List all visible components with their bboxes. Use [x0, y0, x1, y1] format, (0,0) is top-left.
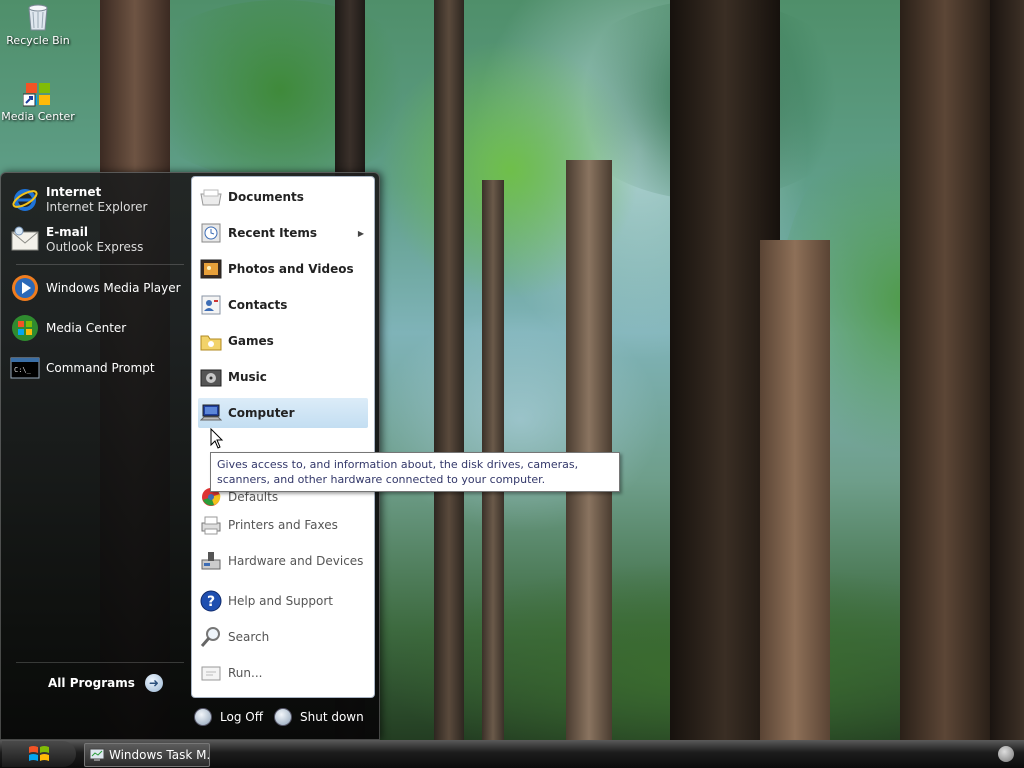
taskbar: Windows Task M...	[0, 740, 1024, 768]
music-icon	[200, 366, 222, 388]
svg-text:?: ?	[207, 594, 215, 610]
recent-program-media-center[interactable]: Media Center	[10, 310, 186, 346]
svg-text:C:\_: C:\_	[14, 366, 32, 374]
menu-item-music[interactable]: Music	[198, 362, 368, 392]
run-icon	[200, 662, 222, 684]
program-label: Media Center	[46, 320, 127, 335]
computer-icon	[200, 402, 222, 424]
menu-item-label: Documents	[228, 190, 304, 204]
games-icon	[200, 330, 222, 352]
pinned-subtitle: Internet Explorer	[46, 200, 148, 214]
menu-item-run[interactable]: Run...	[198, 658, 368, 688]
notification-area-icon[interactable]	[998, 746, 1014, 762]
taskbar-button-task-manager[interactable]: Windows Task M...	[84, 743, 210, 767]
menu-item-label: Run...	[228, 666, 263, 680]
printers-icon	[200, 514, 222, 536]
recycle-bin-icon	[28, 4, 48, 31]
start-menu-separator	[16, 264, 184, 265]
menu-item-label: Contacts	[228, 298, 288, 312]
menu-item-help-and-support[interactable]: ? Help and Support	[198, 586, 368, 616]
log-off-icon	[194, 708, 212, 726]
wallpaper-tree-trunk	[566, 160, 612, 740]
menu-item-label: Help and Support	[228, 594, 333, 608]
taskbar-button-label: Windows Task M...	[109, 748, 210, 762]
desktop-icon-label: Media Center	[1, 110, 75, 123]
menu-item-label: Search	[228, 630, 270, 644]
command-prompt-icon: C:\_	[10, 353, 40, 383]
wallpaper-tree-trunk	[900, 0, 990, 740]
menu-item-label: Printers and Faxes	[228, 518, 338, 532]
menu-item-recent-items[interactable]: Recent Items ▶	[198, 218, 368, 248]
recent-program-windows-media-player[interactable]: Windows Media Player	[10, 270, 186, 306]
all-programs-label: All Programs	[48, 676, 135, 690]
wallpaper-tree-trunk	[760, 240, 830, 740]
menu-item-label: Recent Items	[228, 226, 318, 240]
menu-item-label: Defaults	[228, 490, 279, 504]
windows-media-player-icon	[10, 273, 40, 303]
program-label: Windows Media Player	[46, 280, 181, 295]
media-center-shortcut-icon	[23, 83, 50, 107]
pinned-title: E-mail	[46, 225, 89, 239]
start-menu-programs-pane: Internet Internet Explorer E-mail Outlook …	[2, 176, 190, 736]
arrow-right-icon: ➜	[144, 674, 163, 692]
internet-explorer-icon	[10, 185, 40, 215]
menu-item-label: Music	[228, 370, 267, 384]
task-manager-icon	[89, 748, 105, 761]
contacts-icon	[200, 294, 222, 316]
shut-down-label: Shut down	[300, 710, 364, 724]
desktop-icon-media-center[interactable]: Media Center	[0, 80, 78, 123]
menu-item-contacts[interactable]: Contacts	[198, 290, 368, 320]
hardware-icon	[200, 550, 222, 572]
pinned-subtitle: Outlook Express	[46, 240, 144, 254]
log-off-label: Log Off	[220, 710, 263, 724]
email-icon	[10, 225, 40, 255]
power-icon	[274, 708, 292, 726]
menu-item-hardware-and-devices[interactable]: Hardware and Devices	[198, 546, 368, 576]
menu-item-photos-and-videos[interactable]: Photos and Videos	[198, 254, 368, 284]
windows-logo-icon	[29, 746, 49, 761]
help-icon: ?	[200, 590, 222, 612]
submenu-arrow-icon: ▶	[357, 228, 364, 238]
menu-item-documents[interactable]: Documents	[198, 182, 368, 212]
tooltip-computer: Gives access to, and information about, …	[210, 452, 620, 492]
menu-item-search[interactable]: Search	[198, 622, 368, 652]
pinned-email[interactable]: E-mail Outlook Express	[10, 222, 186, 258]
documents-icon	[200, 186, 222, 208]
menu-item-games[interactable]: Games	[198, 326, 368, 356]
all-programs-button[interactable]: All Programs ➜	[48, 674, 163, 692]
search-icon	[200, 626, 222, 648]
wallpaper-tree-trunk	[990, 0, 1024, 740]
mouse-pointer-icon	[210, 428, 224, 449]
menu-item-printers-and-faxes[interactable]: Printers and Faxes	[198, 510, 368, 540]
recent-program-command-prompt[interactable]: C:\_ Command Prompt	[10, 350, 186, 386]
menu-item-label: Computer	[228, 406, 295, 420]
menu-item-label: Hardware and Devices	[228, 554, 364, 568]
log-off-button[interactable]: Log Off	[194, 708, 263, 726]
shut-down-button[interactable]: Shut down	[274, 708, 364, 726]
pinned-title: Internet	[46, 185, 102, 199]
menu-item-label: Games	[228, 334, 274, 348]
desktop-icon-recycle-bin[interactable]: Recycle Bin	[0, 2, 78, 47]
menu-item-computer[interactable]: Computer	[198, 398, 368, 428]
recent-items-icon	[200, 222, 222, 244]
desktop-icon-label: Recycle Bin	[6, 34, 70, 47]
start-button[interactable]	[2, 741, 76, 767]
media-center-icon	[10, 313, 40, 343]
start-menu-separator	[16, 662, 184, 663]
menu-item-label: Photos and Videos	[228, 262, 354, 276]
program-label: Command Prompt	[46, 360, 155, 375]
wallpaper-tree-trunk	[434, 0, 464, 740]
pinned-internet[interactable]: Internet Internet Explorer	[10, 182, 186, 218]
photos-icon	[200, 258, 222, 280]
